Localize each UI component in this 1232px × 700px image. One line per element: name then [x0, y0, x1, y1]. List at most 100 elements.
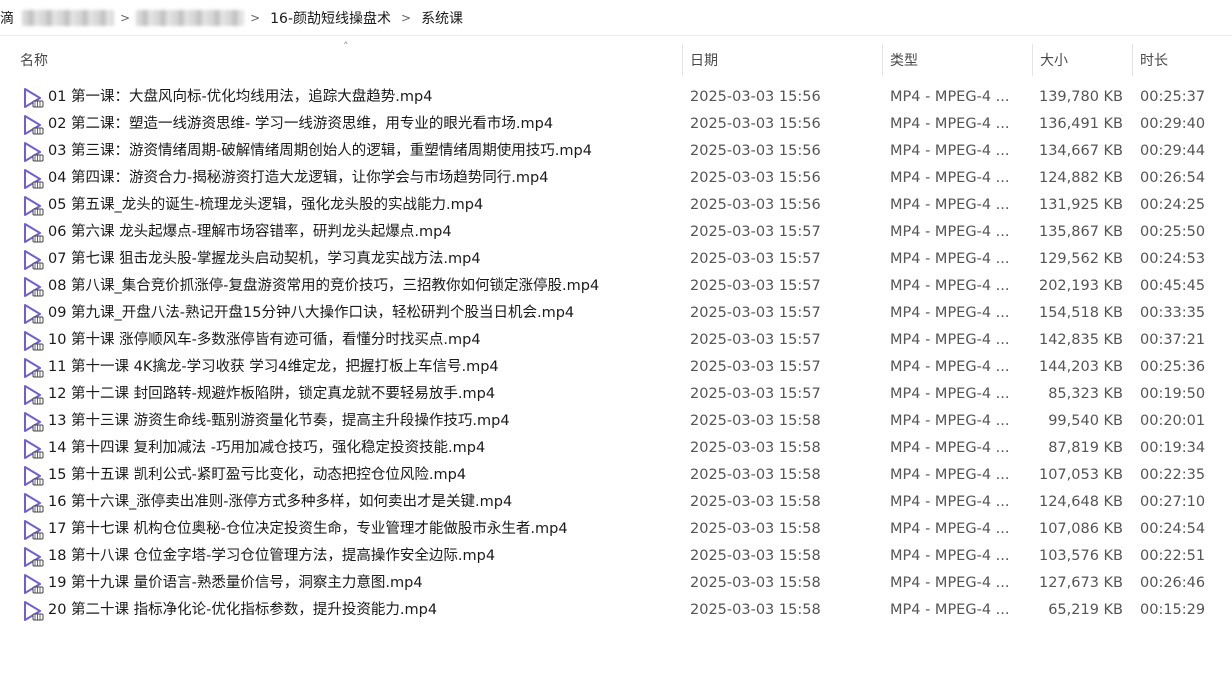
file-row[interactable]: 17 第十七课 机构仓位奥秘-仓位决定投资生命，专业管理才能做股市永生者.mp4…: [0, 516, 1232, 543]
file-size: 144,203 KB: [1038, 359, 1123, 375]
column-header-type[interactable]: 类型: [882, 36, 1032, 84]
file-row[interactable]: 15 第十五课 凯利公式-紧盯盈亏比变化，动态把控仓位风险.mp4 2025-0…: [0, 462, 1232, 489]
column-header-row: ˄ 名称 日期 类型 大小 时长: [0, 36, 1232, 84]
video-file-icon: [24, 385, 44, 405]
file-date: 2025-03-03 15:56: [690, 197, 821, 213]
video-file-icon: [24, 493, 44, 513]
column-header-date[interactable]: 日期: [682, 36, 882, 84]
video-file-icon: [24, 169, 44, 189]
file-date: 2025-03-03 15:58: [690, 548, 821, 564]
file-name: 10 第十课 涨停顺风车-多数涨停皆有迹可循，看懂分时找买点.mp4: [48, 332, 481, 348]
file-size: 65,219 KB: [1048, 602, 1123, 618]
video-file-icon: [24, 304, 44, 324]
file-name: 16 第十六课_涨停卖出准则-涨停方式多种多样，如何卖出才是关键.mp4: [48, 494, 513, 510]
breadcrumb-folder[interactable]: 16-颜劼短线操盘术: [266, 8, 395, 28]
file-row[interactable]: 20 第二十课 指标净化论-优化指标参数，提升投资能力.mp4 2025-03-…: [0, 597, 1232, 624]
file-size: 107,086 KB: [1038, 521, 1123, 537]
file-size: 127,673 KB: [1038, 575, 1123, 591]
video-file-icon: [24, 196, 44, 216]
file-row[interactable]: 06 第六课 龙头起爆点-理解市场容错率，研判龙头起爆点.mp4 2025-03…: [0, 219, 1232, 246]
file-size: 129,562 KB: [1038, 251, 1123, 267]
file-name: 02 第二课：塑造一线游资思维- 学习一线游资思维，用专业的眼光看市场.mp4: [48, 116, 554, 132]
file-duration: 00:26:46: [1140, 575, 1206, 591]
file-row[interactable]: 05 第五课_龙头的诞生-梳理龙头逻辑，强化龙头股的实战能力.mp4 2025-…: [0, 192, 1232, 219]
file-size: 103,576 KB: [1038, 548, 1123, 564]
chevron-right-icon: >: [250, 10, 261, 25]
file-row[interactable]: 02 第二课：塑造一线游资思维- 学习一线游资思维，用专业的眼光看市场.mp4 …: [0, 111, 1232, 138]
file-size: 135,867 KB: [1038, 224, 1123, 240]
file-size: 131,925 KB: [1038, 197, 1123, 213]
video-file-icon: [24, 466, 44, 486]
breadcrumb-root[interactable]: 滴: [0, 8, 18, 28]
column-header-date-label: 日期: [690, 53, 718, 69]
file-date: 2025-03-03 15:56: [690, 116, 821, 132]
file-name: 12 第十二课 封回路转-规避炸板陷阱，锁定真龙就不要轻易放手.mp4: [48, 386, 496, 402]
file-name: 03 第三课：游资情绪周期-破解情绪周期创始人的逻辑，重塑情绪周期使用技巧.mp…: [48, 143, 592, 159]
file-row[interactable]: 07 第七课 狙击龙头股-掌握龙头启动契机，学习真龙实战方法.mp4 2025-…: [0, 246, 1232, 273]
blurred-path-segment: [22, 9, 114, 26]
file-size: 134,667 KB: [1038, 143, 1123, 159]
column-header-size[interactable]: 大小: [1032, 36, 1132, 84]
file-name: 06 第六课 龙头起爆点-理解市场容错率，研判龙头起爆点.mp4: [48, 224, 452, 240]
file-date: 2025-03-03 15:58: [690, 602, 821, 618]
file-row[interactable]: 16 第十六课_涨停卖出准则-涨停方式多种多样，如何卖出才是关键.mp4 202…: [0, 489, 1232, 516]
file-size: 136,491 KB: [1038, 116, 1123, 132]
video-file-icon: [24, 223, 44, 243]
file-list: 01 第一课：大盘风向标-优化均线用法，追踪大盘趋势.mp4 2025-03-0…: [0, 84, 1232, 624]
file-size: 124,648 KB: [1038, 494, 1123, 510]
file-row[interactable]: 04 第四课：游资合力-揭秘游资打造大龙逻辑，让你学会与市场趋势同行.mp4 2…: [0, 165, 1232, 192]
video-file-icon: [24, 520, 44, 540]
file-size: 99,540 KB: [1048, 413, 1123, 429]
file-row[interactable]: 10 第十课 涨停顺风车-多数涨停皆有迹可循，看懂分时找买点.mp4 2025-…: [0, 327, 1232, 354]
file-date: 2025-03-03 15:58: [690, 494, 821, 510]
blurred-path-segment: [136, 9, 245, 26]
column-header-name[interactable]: 名称: [12, 36, 680, 84]
video-file-icon: [24, 88, 44, 108]
video-file-icon: [24, 358, 44, 378]
file-row[interactable]: 01 第一课：大盘风向标-优化均线用法，追踪大盘趋势.mp4 2025-03-0…: [0, 84, 1232, 111]
file-duration: 00:19:34: [1140, 440, 1206, 456]
file-row[interactable]: 18 第十八课 仓位金字塔-学习仓位管理方法，提高操作安全边际.mp4 2025…: [0, 543, 1232, 570]
file-name: 20 第二十课 指标净化论-优化指标参数，提升投资能力.mp4: [48, 602, 438, 618]
video-file-icon: [24, 574, 44, 594]
file-duration: 00:29:44: [1140, 143, 1206, 159]
file-date: 2025-03-03 15:57: [690, 386, 821, 402]
file-duration: 00:24:54: [1140, 521, 1206, 537]
column-header-duration-label: 时长: [1140, 53, 1168, 69]
file-row[interactable]: 12 第十二课 封回路转-规避炸板陷阱，锁定真龙就不要轻易放手.mp4 2025…: [0, 381, 1232, 408]
video-file-icon: [24, 277, 44, 297]
column-header-type-label: 类型: [890, 53, 918, 69]
file-duration: 00:22:35: [1140, 467, 1206, 483]
file-name: 05 第五课_龙头的诞生-梳理龙头逻辑，强化龙头股的实战能力.mp4: [48, 197, 484, 213]
video-file-icon: [24, 331, 44, 351]
file-name: 07 第七课 狙击龙头股-掌握龙头启动契机，学习真龙实战方法.mp4: [48, 251, 481, 267]
file-duration: 00:19:50: [1140, 386, 1206, 402]
file-duration: 00:37:21: [1140, 332, 1206, 348]
file-duration: 00:45:45: [1140, 278, 1206, 294]
file-duration: 00:27:10: [1140, 494, 1206, 510]
file-date: 2025-03-03 15:56: [690, 170, 821, 186]
file-row[interactable]: 13 第十三课 游资生命线-甄别游资量化节奏，提高主升段操作技巧.mp4 202…: [0, 408, 1232, 435]
file-date: 2025-03-03 15:58: [690, 467, 821, 483]
file-row[interactable]: 19 第十九课 量价语言-熟悉量价信号，洞察主力意图.mp4 2025-03-0…: [0, 570, 1232, 597]
video-file-icon: [24, 547, 44, 567]
file-date: 2025-03-03 15:56: [690, 143, 821, 159]
breadcrumb-current[interactable]: 系统课: [417, 8, 467, 28]
column-header-duration[interactable]: 时长: [1132, 36, 1232, 84]
file-row[interactable]: 09 第九课_开盘八法-熟记开盘15分钟八大操作口诀，轻松研判个股当日机会.mp…: [0, 300, 1232, 327]
file-size: 107,053 KB: [1038, 467, 1123, 483]
file-name: 11 第十一课 4K擒龙-学习收获 学习4维定龙，把握打板上车信号.mp4: [48, 359, 499, 375]
file-date: 2025-03-03 15:57: [690, 278, 821, 294]
file-size: 139,780 KB: [1038, 89, 1123, 105]
file-date: 2025-03-03 15:58: [690, 413, 821, 429]
file-row[interactable]: 11 第十一课 4K擒龙-学习收获 学习4维定龙，把握打板上车信号.mp4 20…: [0, 354, 1232, 381]
file-size: 154,518 KB: [1038, 305, 1123, 321]
file-row[interactable]: 08 第八课_集合竞价抓涨停-复盘游资常用的竞价技巧，三招教你如何锁定涨停股.m…: [0, 273, 1232, 300]
file-row[interactable]: 03 第三课：游资情绪周期-破解情绪周期创始人的逻辑，重塑情绪周期使用技巧.mp…: [0, 138, 1232, 165]
file-duration: 00:29:40: [1140, 116, 1206, 132]
file-duration: 00:24:25: [1140, 197, 1206, 213]
file-size: 85,323 KB: [1048, 386, 1123, 402]
file-date: 2025-03-03 15:57: [690, 224, 821, 240]
file-row[interactable]: 14 第十四课 复利加减法 -巧用加减仓技巧，强化稳定投资技能.mp4 2025…: [0, 435, 1232, 462]
breadcrumb: 滴 > > 16-颜劼短线操盘术 > 系统课: [0, 0, 1232, 36]
